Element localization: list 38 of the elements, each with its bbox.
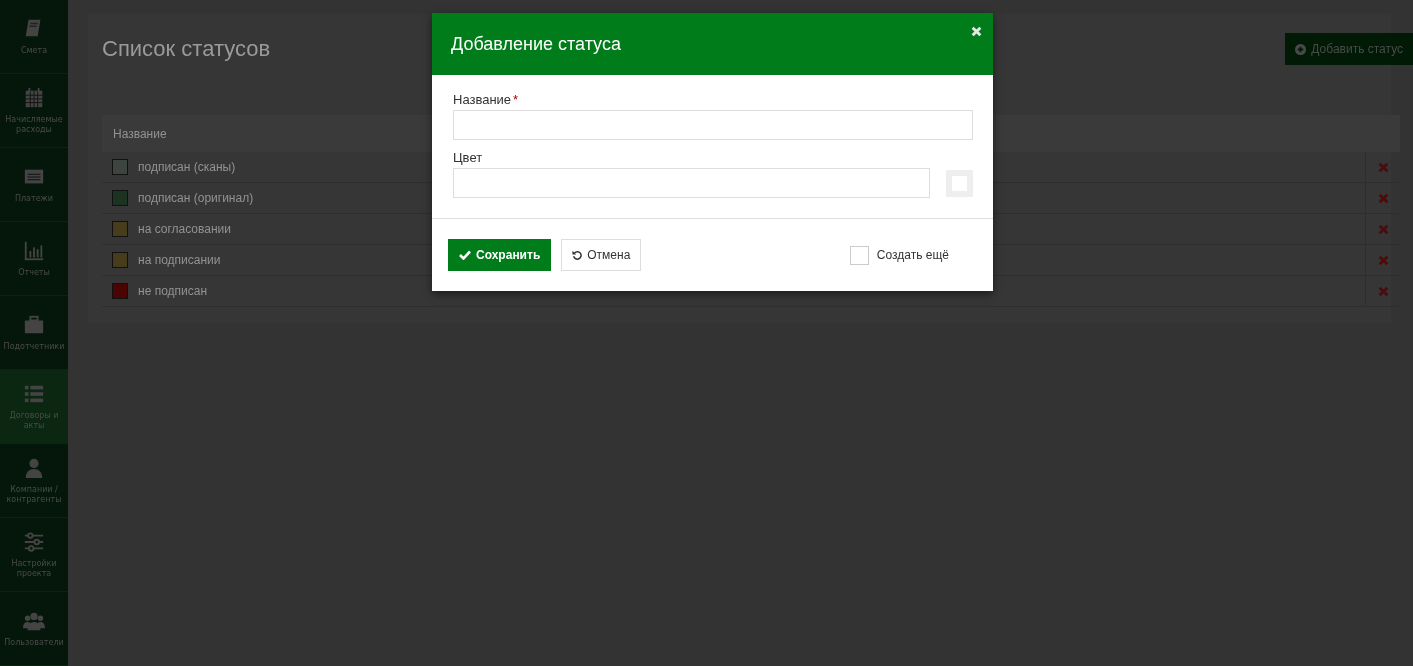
undo-icon (572, 250, 583, 260)
sliders-icon (23, 530, 45, 553)
sidebar-item[interactable]: Смета (0, 0, 68, 74)
status-name: на подписании (138, 253, 221, 267)
column-header: Название (113, 126, 167, 141)
add-status-button[interactable]: Добавить статус (1285, 33, 1413, 65)
plus-circle-icon (1295, 43, 1307, 55)
delete-icon[interactable] (1377, 254, 1389, 266)
sidebar-item[interactable]: Компании / контрагенты (0, 444, 68, 518)
status-name: подписан (оригинал) (138, 191, 254, 205)
dialog-title: Добавление статуса (451, 33, 621, 55)
delete-icon[interactable] (1377, 192, 1389, 204)
status-name: не подписан (138, 284, 208, 298)
status-name: подписан (сканы) (138, 160, 236, 174)
create-another-checkbox[interactable] (849, 245, 869, 265)
status-name: на согласовании (138, 222, 231, 236)
checkmark-icon (459, 250, 471, 260)
delete-icon[interactable] (1377, 223, 1389, 235)
field-label: Цвет (453, 150, 484, 165)
name-input[interactable] (453, 110, 973, 140)
save-button[interactable]: Сохранить (448, 239, 552, 271)
color-input[interactable] (453, 168, 930, 198)
bar-chart-icon (23, 239, 45, 262)
person-icon (23, 456, 45, 479)
close-icon[interactable] (971, 26, 982, 37)
delete-icon[interactable] (1377, 285, 1389, 297)
page-title: Список статусов (102, 36, 271, 62)
delete-icon[interactable] (1377, 161, 1389, 173)
checkbox-label: Создать ещё (876, 248, 949, 262)
sidebar-item[interactable]: Отчеты (0, 222, 68, 296)
sidebar-item[interactable]: Платежи (0, 148, 68, 222)
field-label: Название* (453, 92, 520, 107)
briefcase-icon (23, 313, 45, 336)
cancel-button[interactable]: Отмена (561, 239, 642, 271)
sidebar-item[interactable]: Настройки проекта (0, 518, 68, 592)
sidebar-item[interactable]: Начисляемые расходы (0, 74, 68, 148)
sidebar-item[interactable]: Пользователи (0, 592, 68, 666)
calendar-icon (23, 86, 45, 109)
